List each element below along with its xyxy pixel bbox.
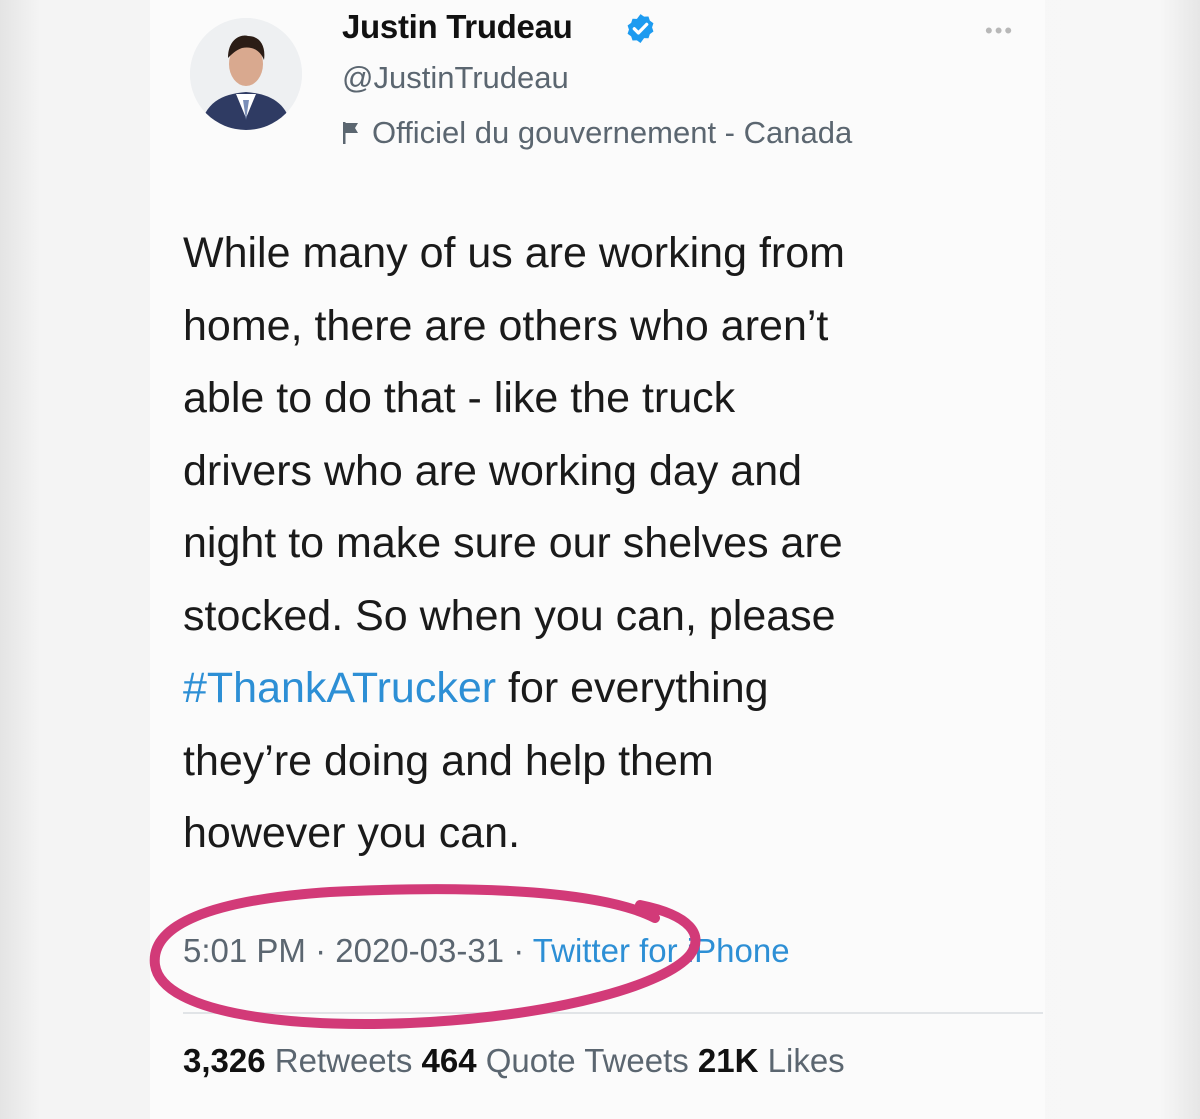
retweets-label[interactable]: Retweets — [275, 1042, 413, 1079]
divider — [183, 1012, 1043, 1014]
meta-separator: · — [305, 932, 336, 969]
tweet-text-line: for everything — [496, 664, 769, 712]
more-dots-icon[interactable]: ••• — [985, 18, 1014, 44]
meta-separator: · — [504, 932, 533, 969]
quotes-label[interactable]: Quote Tweets — [486, 1042, 689, 1079]
author-handle[interactable]: @JustinTrudeau — [342, 60, 569, 96]
tweet-stats: 3,326 Retweets 464 Quote Tweets 21K Like… — [183, 1042, 845, 1080]
avatar-portrait-icon — [190, 18, 302, 130]
government-label: Officiel du gouvernement - Canada — [342, 115, 852, 151]
tweet-text-line: however you can. — [183, 809, 521, 857]
government-label-text: Officiel du gouvernement - Canada — [372, 115, 853, 150]
tweet-text-line: stocked. So when you can, please — [183, 591, 836, 640]
tweet-text: While many of us are working from home, … — [183, 217, 1043, 870]
tweet-text-line: home, there are others who aren’t — [183, 301, 829, 350]
tweet-text-line: night to make sure our shelves are — [183, 519, 843, 567]
tweet-date[interactable]: 2020-03-31 — [335, 932, 504, 969]
tweet-text-line: they’re doing and help them — [183, 736, 714, 785]
tweet-source-link[interactable]: Twitter for iPhone — [533, 932, 790, 969]
tweet-time[interactable]: 5:01 PM — [183, 932, 306, 969]
retweets-count[interactable]: 3,326 — [183, 1042, 266, 1079]
quotes-count[interactable]: 464 — [422, 1042, 477, 1079]
avatar[interactable] — [190, 18, 302, 130]
tweet-text-line: drivers who are working day and — [183, 446, 803, 495]
verified-badge-icon — [627, 14, 654, 43]
flag-icon — [343, 122, 358, 144]
likes-label[interactable]: Likes — [768, 1042, 845, 1079]
tweet-text-line: able to do that - like the truck — [183, 374, 736, 422]
likes-count[interactable]: 21K — [698, 1042, 759, 1079]
tweet-text-line: While many of us are working from — [183, 229, 845, 277]
author-display-name[interactable]: Justin Trudeau — [342, 8, 573, 46]
tweet-metadata: 5:01 PM · 2020-03-31 · Twitter for iPhon… — [183, 932, 790, 970]
hashtag-link[interactable]: #ThankATrucker — [183, 664, 496, 712]
